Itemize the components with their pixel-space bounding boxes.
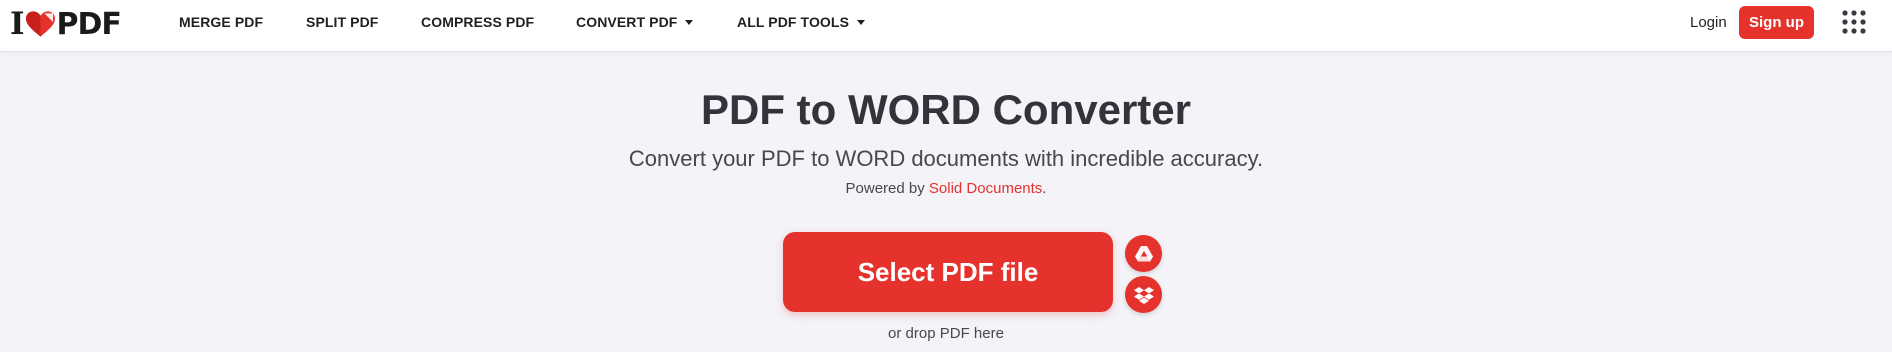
nav-convert-pdf-label: CONVERT PDF: [576, 14, 678, 30]
nav-merge-pdf-label: MERGE PDF: [179, 14, 264, 30]
google-drive-button[interactable]: [1125, 235, 1162, 272]
nav-compress-pdf-label: COMPRESS PDF: [421, 14, 535, 30]
heart-icon: [25, 11, 55, 37]
powered-by-prefix: Powered by: [845, 180, 929, 197]
caret-down-icon: [857, 19, 866, 25]
page-title: PDF to WORD Converter: [700, 86, 1191, 133]
dropbox-icon: [1133, 286, 1154, 304]
signup-button[interactable]: Sign up: [1739, 6, 1814, 39]
login-link[interactable]: Login: [1690, 0, 1727, 44]
nav-split-pdf[interactable]: SPLIT PDF: [306, 0, 378, 44]
ilovepdf-logo[interactable]: I PDF: [10, 6, 122, 42]
caret-down-icon: [685, 19, 694, 25]
select-pdf-file-button[interactable]: Select PDF file: [783, 232, 1113, 312]
top-navigation-bar: I PDF MERGE PDF SPLIT PDF COMPRESS PDF C…: [0, 0, 1892, 52]
nav-compress-pdf[interactable]: COMPRESS PDF: [421, 0, 534, 44]
nav-split-pdf-label: SPLIT PDF: [306, 14, 379, 30]
google-drive-icon: [1134, 245, 1153, 261]
dropbox-button[interactable]: [1125, 276, 1162, 313]
logo-text-pdf: PDF: [56, 6, 122, 42]
logo-letter-i: I: [10, 6, 24, 42]
nav-merge-pdf[interactable]: MERGE PDF: [179, 0, 263, 44]
nav-all-pdf-tools-label: ALL PDF TOOLS: [737, 14, 850, 30]
solid-documents-link[interactable]: Solid Documents: [929, 180, 1042, 197]
apps-grid-icon[interactable]: [1842, 10, 1866, 34]
powered-by-suffix: .: [1042, 180, 1047, 197]
nav-convert-pdf-dropdown[interactable]: CONVERT PDF: [576, 0, 694, 44]
drop-pdf-hint: or drop PDF here: [888, 325, 1004, 342]
powered-by-text: Powered by Solid Documents.: [0, 180, 1892, 197]
page-subtitle: Convert your PDF to WORD documents with …: [628, 146, 1264, 171]
nav-all-pdf-tools-dropdown[interactable]: ALL PDF TOOLS: [737, 0, 866, 44]
